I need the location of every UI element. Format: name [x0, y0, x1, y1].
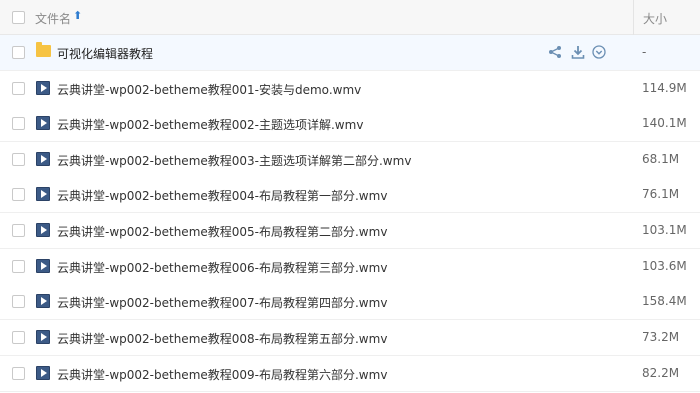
- file-name[interactable]: 云典讲堂-wp002-betheme教程001-安装与demo.wmv: [57, 81, 361, 98]
- row-checkbox[interactable]: [12, 331, 25, 344]
- row-checkbox[interactable]: [12, 153, 25, 166]
- folder-icon: [36, 42, 51, 57]
- file-name[interactable]: 云典讲堂-wp002-betheme教程002-主题选项详解.wmv: [57, 116, 363, 133]
- file-name[interactable]: 云典讲堂-wp002-betheme教程004-布局教程第一部分.wmv: [57, 187, 387, 204]
- file-size: 158.4M: [642, 294, 687, 308]
- file-size: 103.6M: [642, 259, 687, 273]
- video-file-icon: [36, 81, 50, 95]
- list-item[interactable]: 云典讲堂-wp002-betheme教程006-布局教程第三部分.wmv 103…: [0, 249, 700, 285]
- row-checkbox[interactable]: [12, 295, 25, 308]
- row-checkbox[interactable]: [12, 224, 25, 237]
- list-item[interactable]: 云典讲堂-wp002-betheme教程004-布局教程第一部分.wmv 76.…: [0, 177, 700, 213]
- row-checkbox[interactable]: [12, 260, 25, 273]
- video-file-icon: [36, 152, 50, 166]
- file-size: 114.9M: [642, 81, 687, 95]
- video-file-icon: [36, 366, 50, 380]
- list-item[interactable]: 云典讲堂-wp002-betheme教程007-布局教程第四部分.wmv 158…: [0, 284, 700, 320]
- file-list-header: 文件名 ⬆ 大小: [0, 0, 700, 35]
- file-size: 73.2M: [642, 330, 680, 344]
- video-file-icon: [36, 187, 50, 201]
- file-name[interactable]: 云典讲堂-wp002-betheme教程005-布局教程第二部分.wmv: [57, 223, 387, 240]
- video-file-icon: [36, 294, 50, 308]
- list-item[interactable]: 云典讲堂-wp002-betheme教程008-布局教程第五部分.wmv 73.…: [0, 320, 700, 356]
- file-name[interactable]: 云典讲堂-wp002-betheme教程003-主题选项详解第二部分.wmv: [57, 152, 411, 169]
- file-name[interactable]: 云典讲堂-wp002-betheme教程007-布局教程第四部分.wmv: [57, 294, 387, 311]
- file-name[interactable]: 云典讲堂-wp002-betheme教程009-布局教程第六部分.wmv: [57, 366, 387, 383]
- video-file-icon: [36, 330, 50, 344]
- list-item-folder[interactable]: 可视化编辑器教程 -: [0, 35, 700, 71]
- column-header-filename[interactable]: 文件名: [35, 10, 71, 27]
- column-header-size[interactable]: 大小: [643, 10, 667, 27]
- list-item[interactable]: 云典讲堂-wp002-betheme教程009-布局教程第六部分.wmv 82.…: [0, 356, 700, 392]
- file-size: 140.1M: [642, 116, 687, 130]
- list-item[interactable]: 云典讲堂-wp002-betheme教程005-布局教程第二部分.wmv 103…: [0, 213, 700, 249]
- file-size: 68.1M: [642, 152, 680, 166]
- arrow-up-icon[interactable]: ⬆: [73, 9, 82, 22]
- share-icon[interactable]: [547, 43, 563, 61]
- row-checkbox[interactable]: [12, 82, 25, 95]
- row-checkbox[interactable]: [12, 117, 25, 130]
- video-file-icon: [36, 116, 50, 130]
- list-item[interactable]: 云典讲堂-wp002-betheme教程001-安装与demo.wmv 114.…: [0, 71, 700, 107]
- select-all-checkbox[interactable]: [12, 11, 25, 24]
- row-checkbox[interactable]: [12, 46, 25, 59]
- chevron-down-circle-icon[interactable]: [591, 43, 607, 61]
- file-size: -: [642, 45, 647, 59]
- file-name[interactable]: 云典讲堂-wp002-betheme教程008-布局教程第五部分.wmv: [57, 330, 387, 347]
- list-item[interactable]: 云典讲堂-wp002-betheme教程002-主题选项详解.wmv 140.1…: [0, 106, 700, 142]
- video-file-icon: [36, 259, 50, 273]
- file-size: 103.1M: [642, 223, 687, 237]
- download-icon[interactable]: [570, 43, 586, 61]
- file-size: 76.1M: [642, 187, 680, 201]
- file-size: 82.2M: [642, 366, 680, 380]
- list-item[interactable]: 云典讲堂-wp002-betheme教程003-主题选项详解第二部分.wmv 6…: [0, 142, 700, 178]
- file-name[interactable]: 云典讲堂-wp002-betheme教程006-布局教程第三部分.wmv: [57, 259, 387, 276]
- column-divider: [633, 0, 634, 35]
- row-checkbox[interactable]: [12, 367, 25, 380]
- file-name[interactable]: 可视化编辑器教程: [57, 45, 153, 62]
- video-file-icon: [36, 223, 50, 237]
- row-checkbox[interactable]: [12, 188, 25, 201]
